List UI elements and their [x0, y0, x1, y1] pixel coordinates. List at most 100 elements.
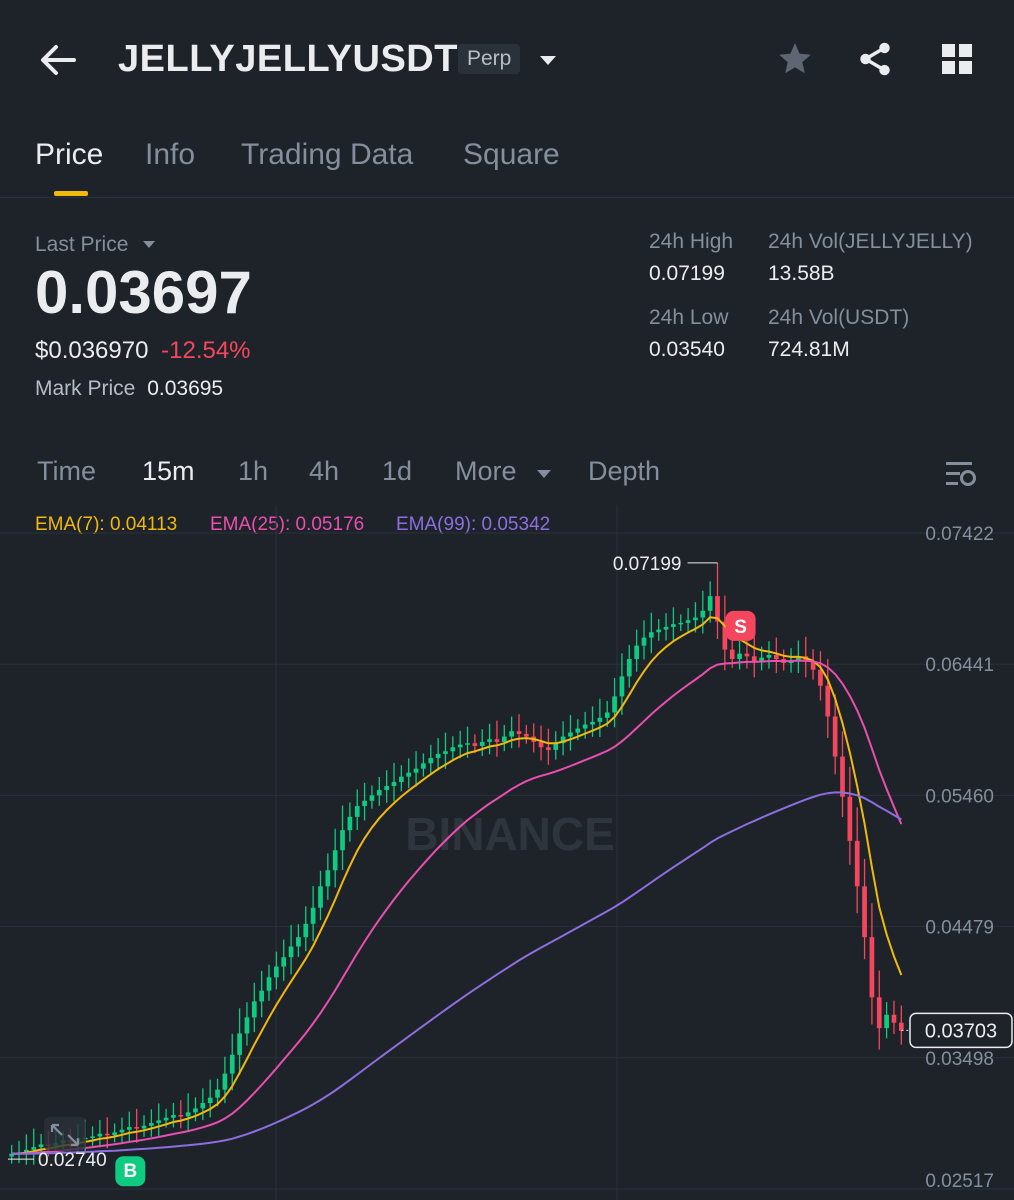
low-label: 24h Low [649, 306, 729, 329]
candle-up [619, 676, 625, 697]
ema7-line [11, 616, 903, 1155]
symbol-dropdown-button[interactable] [538, 50, 558, 70]
candle-up [296, 937, 301, 947]
candle-up [421, 763, 426, 769]
candle-down [832, 716, 838, 757]
candle-up [193, 1108, 198, 1113]
candle-down [523, 733, 529, 737]
candle-up [229, 1054, 235, 1074]
candle-up [693, 617, 698, 621]
contract-type-badge[interactable]: Perp [458, 44, 521, 74]
candle-up [362, 800, 367, 807]
candle-up [685, 620, 691, 623]
candle-down [178, 1115, 184, 1117]
candle-up [347, 816, 353, 831]
candle-up [766, 654, 772, 658]
candle-up [671, 624, 676, 627]
interval-15m[interactable]: 15m [142, 456, 195, 487]
candle-down [538, 741, 544, 748]
candle-down [472, 743, 478, 746]
ema25-line [11, 659, 903, 1155]
chart-settings-button[interactable] [944, 459, 978, 489]
candle-up [509, 731, 514, 737]
candle-down [729, 649, 735, 659]
candle-up [399, 776, 404, 783]
candle-up [332, 850, 338, 871]
back-arrow-icon [41, 45, 76, 75]
sell-marker-label: S [734, 617, 747, 638]
candle-up [215, 1089, 220, 1098]
grid-menu-button[interactable] [940, 42, 974, 76]
interval-more[interactable]: More [455, 456, 552, 487]
interval-4h[interactable]: 4h [309, 456, 339, 487]
interval-time[interactable]: Time [37, 456, 96, 487]
candle-up [428, 757, 434, 764]
candle-up [678, 622, 684, 625]
usd-price-row: $0.036970 -12.54% [35, 337, 251, 365]
candle-up [384, 786, 390, 791]
candle-up [391, 782, 397, 787]
candle-up [303, 923, 309, 938]
active-tab-indicator [54, 191, 88, 196]
candle-up [612, 696, 617, 713]
change-percent: -12.54% [161, 337, 251, 364]
candle-up [590, 721, 595, 725]
grid-menu-icon [942, 44, 972, 74]
candle-up [501, 736, 507, 742]
candle-up [597, 717, 603, 722]
candle-up [354, 806, 360, 817]
candle-up [251, 1001, 257, 1018]
candle-up [626, 658, 632, 677]
candle-up [274, 966, 279, 978]
buy-marker-label: B [123, 1161, 137, 1182]
candle-down [494, 739, 500, 742]
interval-depth[interactable]: Depth [588, 456, 660, 487]
interval-1d[interactable]: 1d [382, 456, 412, 487]
symbol-title[interactable]: JELLYJELLYUSDT [118, 38, 458, 81]
candle-down [847, 796, 853, 841]
vol-base-value: 13.58B [768, 262, 835, 285]
current-price-label: 0.03703 [925, 1020, 997, 1042]
candle-up [31, 1147, 37, 1150]
candle-up [641, 637, 647, 646]
tab-price[interactable]: Price [35, 138, 103, 172]
candle-down [825, 685, 831, 717]
candle-up [737, 653, 742, 659]
tab-info[interactable]: Info [145, 138, 195, 172]
interval-more-label: More [455, 456, 517, 486]
candle-down [546, 747, 551, 750]
expand-icon-bg [44, 1117, 86, 1151]
candle-down [744, 653, 750, 657]
price-chart[interactable]: 0.07422 0.06441 0.05460 0.04479 0.03498 0.025… [0, 505, 1014, 1200]
mark-price-label: Mark Price [35, 377, 136, 400]
candle-up [222, 1073, 228, 1090]
candle-up [413, 768, 419, 773]
interval-1h[interactable]: 1h [238, 456, 268, 487]
last-price-label[interactable]: Last Price [35, 233, 156, 257]
dropdown-caret-icon [143, 241, 156, 248]
back-button[interactable] [38, 40, 78, 80]
candle-up [281, 957, 287, 967]
candle-up [376, 790, 382, 796]
expand-chart-icon[interactable] [44, 1117, 86, 1151]
candle-down [869, 937, 875, 998]
candle-up [97, 1133, 103, 1137]
dropdown-caret-icon [540, 56, 556, 65]
candle-up [700, 610, 706, 618]
tab-square[interactable]: Square [463, 138, 560, 172]
last-price-label-text: Last Price [35, 233, 129, 256]
candle-up [163, 1117, 169, 1121]
share-icon [860, 42, 890, 76]
last-price: 0.03697 [35, 259, 252, 326]
favorite-button[interactable] [776, 40, 814, 78]
candle-up [443, 751, 448, 754]
usd-price: $0.036970 [35, 337, 149, 364]
star-icon [779, 43, 811, 74]
candle-up [568, 732, 573, 737]
candle-up [457, 744, 463, 748]
share-button[interactable] [856, 40, 894, 78]
dropdown-caret-icon [537, 470, 552, 478]
candle-down [134, 1127, 140, 1129]
tab-trading-data[interactable]: Trading Data [241, 138, 413, 172]
y-tick-label: 0.06441 [925, 655, 994, 676]
